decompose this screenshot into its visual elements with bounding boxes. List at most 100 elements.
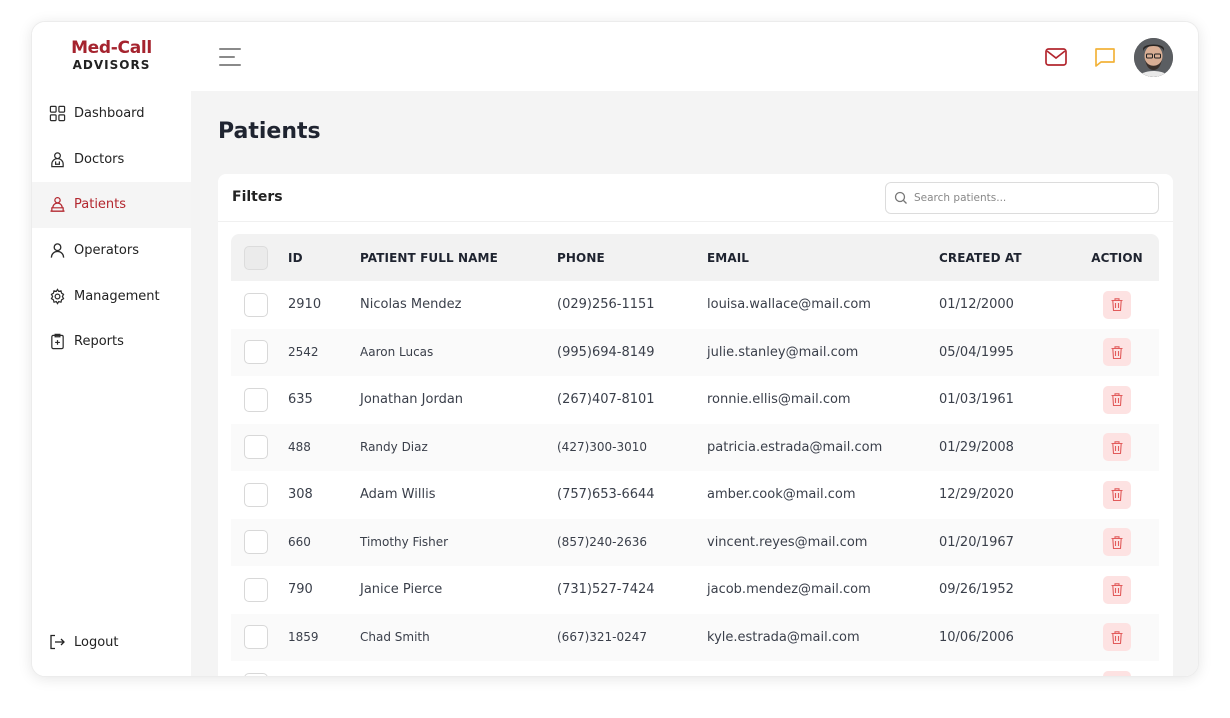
delete-button[interactable] (1103, 385, 1131, 414)
menu-icon[interactable] (219, 48, 241, 66)
row-checkbox[interactable] (244, 625, 268, 650)
mail-icon[interactable] (1044, 46, 1068, 68)
row-select-cell (231, 471, 288, 519)
chat-icon[interactable] (1093, 46, 1117, 68)
delete-button[interactable] (1103, 290, 1131, 319)
avatar[interactable] (1134, 38, 1173, 77)
sidebar-item-operators[interactable]: Operators (32, 228, 191, 274)
column-header-created-at[interactable]: CREATED AT (939, 234, 1075, 281)
table-row[interactable]: 2542 Aaron Lucas (995)694-8149 julie.sta… (231, 328, 1159, 377)
delete-button[interactable] (1103, 480, 1131, 509)
row-select-cell (231, 376, 288, 424)
table-row[interactable]: 2910 Nicolas Mendez (029)256-1151 louisa… (231, 281, 1159, 329)
cell-phone: (267)407-8101 (557, 392, 655, 408)
grid-icon (48, 105, 66, 123)
sidebar-item-dashboard[interactable]: Dashboard (32, 91, 191, 137)
cell-name: Adam Willis (360, 487, 436, 503)
sidebar-item-patients[interactable]: Patients (32, 182, 191, 228)
cell-email: ronnie.ellis@mail.com (707, 392, 851, 408)
sidebar-item-label: Management (74, 288, 160, 304)
delete-button[interactable] (1103, 433, 1131, 462)
patients-table-wrap: ID PATIENT FULL NAME PHONE EMAIL CREATED… (231, 234, 1159, 676)
sidebar-item-doctors[interactable]: Doctors (32, 137, 191, 183)
trash-icon (1111, 488, 1123, 502)
cell-id: 308 (288, 487, 313, 503)
logout-button[interactable]: Logout (32, 630, 191, 654)
delete-button[interactable] (1103, 670, 1131, 676)
table-row[interactable]: 790 Janice Pierce (731)527-7424 jacob.me… (231, 566, 1159, 614)
column-header-id[interactable]: ID (288, 234, 360, 281)
table-row[interactable]: 660 Timothy Fisher (857)240-2636 vincent… (231, 518, 1159, 567)
sidebar-item-label: Operators (74, 243, 139, 259)
column-header-name[interactable]: PATIENT FULL NAME (360, 234, 557, 281)
sidebar-item-label: Reports (74, 334, 124, 350)
table-row[interactable]: 1859 Chad Smith (667)321-0247 kyle.estra… (231, 613, 1159, 662)
cell-phone: (731)527-7424 (557, 582, 655, 598)
cell-created-at: 01/29/2008 (939, 439, 1014, 455)
delete-button[interactable] (1103, 575, 1131, 604)
cell-id: 2910 (288, 297, 322, 313)
row-checkbox[interactable] (244, 672, 268, 676)
row-checkbox[interactable] (244, 435, 268, 460)
column-header-action: ACTION (1091, 250, 1143, 265)
delete-button[interactable] (1103, 338, 1131, 367)
table-header-row: ID PATIENT FULL NAME PHONE EMAIL CREATED… (231, 234, 1159, 281)
cell-action (1075, 329, 1159, 377)
sidebar-item-management[interactable]: Management (32, 273, 191, 319)
cell-email: louisa.wallace@mail.com (707, 297, 871, 313)
table-row[interactable]: 308 Adam Willis (757)653-6644 amber.cook… (231, 471, 1159, 519)
brand-logo[interactable]: Med-Call ADVISORS (32, 38, 191, 72)
trash-icon (1111, 441, 1123, 454)
sidebar-item-reports[interactable]: Reports (32, 319, 191, 365)
row-select-cell (231, 281, 288, 329)
cell-phone (557, 661, 707, 676)
page-title: Patients (218, 119, 321, 144)
table-row[interactable]: 488 Randy Diaz (427)300-3010 patricia.es… (231, 423, 1159, 472)
table-row[interactable]: 635 Jonathan Jordan (267)407-8101 ronnie… (231, 376, 1159, 424)
sidebar-item-label: Doctors (74, 151, 125, 167)
row-select-cell (231, 519, 288, 567)
main-content: Patients Filters ID PATI (191, 22, 1198, 676)
cell-email: patricia.estrada@mail.com (707, 439, 883, 455)
cell-action (1075, 614, 1159, 662)
cell-id: 790 (288, 582, 313, 598)
user-icon (48, 242, 66, 260)
cell-email: amber.cook@mail.com (707, 487, 856, 503)
row-select-cell (231, 424, 288, 472)
column-header-phone[interactable]: PHONE (557, 234, 707, 281)
cell-action (1075, 424, 1159, 472)
patient-icon (48, 196, 66, 214)
cell-action (1075, 661, 1159, 676)
column-header-email[interactable]: EMAIL (707, 234, 939, 281)
cell-phone: (667)321-0247 (557, 630, 648, 645)
row-checkbox[interactable] (244, 292, 268, 317)
delete-button[interactable] (1103, 623, 1131, 652)
row-checkbox[interactable] (244, 482, 268, 507)
row-checkbox[interactable] (244, 340, 268, 365)
cell-phone: (757)653-6644 (557, 487, 655, 503)
cell-created-at (939, 661, 1075, 676)
select-all-checkbox[interactable] (244, 245, 268, 270)
search-icon (894, 191, 908, 205)
cell-email (707, 661, 939, 676)
row-checkbox[interactable] (244, 387, 268, 412)
cell-name: Nicolas Mendez (360, 297, 462, 313)
cell-created-at: 09/26/1952 (939, 582, 1014, 598)
cell-email: vincent.reyes@mail.com (707, 534, 868, 550)
cell-name: Aaron Lucas (360, 345, 434, 360)
sidebar-item-label: Dashboard (74, 106, 145, 122)
trash-icon (1111, 393, 1123, 407)
cell-action (1075, 281, 1159, 329)
table-row[interactable] (231, 661, 1159, 676)
brand-name-top: Med-Call (71, 38, 152, 58)
app-window: Med-Call ADVISORS Dashboard Doctors Pati… (31, 21, 1199, 677)
row-select-cell (231, 329, 288, 377)
search-box[interactable] (885, 182, 1159, 214)
cell-name: Janice Pierce (360, 582, 443, 598)
delete-button[interactable] (1103, 528, 1131, 557)
cell-name: Jonathan Jordan (360, 392, 464, 408)
row-checkbox[interactable] (244, 530, 268, 555)
cell-action (1075, 566, 1159, 614)
row-checkbox[interactable] (244, 577, 268, 602)
search-input[interactable] (914, 192, 1144, 204)
